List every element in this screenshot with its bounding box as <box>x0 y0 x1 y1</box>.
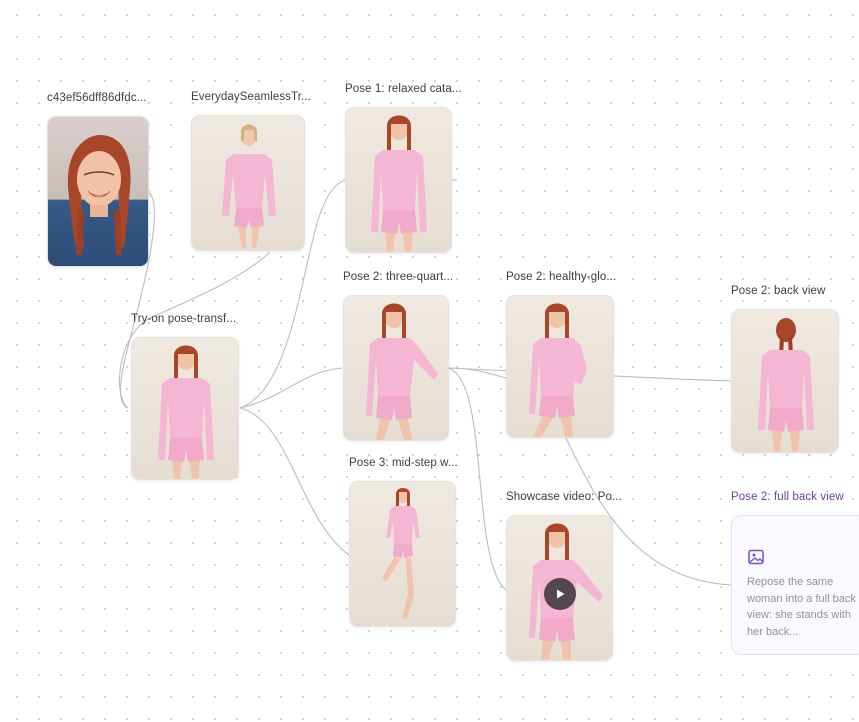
node-label: Try-on pose-transf... <box>131 313 237 325</box>
pose2-healthy-glow-thumbnail <box>506 295 614 438</box>
pose2-back-view-thumbnail <box>731 309 839 453</box>
node-pose2-full-back-view[interactable]: Pose 2: full back view Repose the same w… <box>731 491 859 655</box>
node-source-portrait[interactable]: c43ef56dff86dfdc... <box>47 92 149 267</box>
node-label: Pose 2: back view <box>731 285 826 297</box>
node-pose2-back-view[interactable]: Pose 2: back view <box>731 285 839 453</box>
node-pose2-three-quarter[interactable]: Pose 2: three-quart... <box>343 271 453 441</box>
edge-tryon-pose3 <box>239 407 350 556</box>
node-label: Pose 3: mid-step w... <box>349 457 458 469</box>
play-button[interactable] <box>543 578 576 610</box>
redhead-model-smiling-image <box>529 303 587 437</box>
model-in-pink-set-image <box>222 124 276 248</box>
node-label: c43ef56dff86dfdc... <box>47 92 147 104</box>
pose2-three-quarter-thumbnail <box>343 295 449 441</box>
redhead-model-relaxed-image <box>371 115 427 252</box>
edge-pose2-glow <box>447 367 507 379</box>
pose1-thumbnail <box>345 107 452 253</box>
node-showcase-video[interactable]: Showcase video: Po... <box>506 491 622 661</box>
redhead-model-hand-on-hip-image <box>366 303 438 440</box>
tryon-thumbnail <box>131 337 239 480</box>
node-pose1-relaxed[interactable]: Pose 1: relaxed cata... <box>345 83 462 253</box>
woman-portrait-image <box>67 135 131 255</box>
node-garment[interactable]: EverydaySeamlessTr... <box>191 91 311 251</box>
pose3-thumbnail <box>349 481 456 627</box>
node-tryon-pose-transfer[interactable]: Try-on pose-transf... <box>131 313 239 480</box>
portrait-thumbnail <box>47 116 149 267</box>
image-icon <box>748 549 764 565</box>
play-icon <box>556 589 564 599</box>
garment-thumbnail <box>191 115 305 251</box>
redhead-model-mid-step-image <box>382 488 420 619</box>
showcase-video-thumbnail <box>506 515 613 661</box>
node-pose3-mid-step[interactable]: Pose 3: mid-step w... <box>349 457 458 627</box>
node-label: Pose 2: three-quart... <box>343 271 454 283</box>
node-label: Pose 1: relaxed cata... <box>345 83 462 95</box>
edge-pose2-video <box>447 367 507 591</box>
node-label: Pose 2: healthy-glo... <box>506 271 617 283</box>
node-pose2-healthy-glow[interactable]: Pose 2: healthy-glo... <box>506 271 616 438</box>
workflow-canvas[interactable]: c43ef56dff86dfdc... EverydaySeamlessTr..… <box>0 0 859 722</box>
node-label: Pose 2: full back view <box>731 491 844 503</box>
prompt-card[interactable]: Repose the same woman into a full back v… <box>731 515 859 655</box>
redhead-model-front-image <box>158 345 214 479</box>
prompt-text: Repose the same woman into a full back v… <box>747 576 856 638</box>
edge-tryon-pose2 <box>239 367 343 409</box>
node-label: EverydaySeamlessTr... <box>191 91 311 103</box>
node-label: Showcase video: Po... <box>506 491 622 503</box>
redhead-model-back-image <box>758 318 814 452</box>
